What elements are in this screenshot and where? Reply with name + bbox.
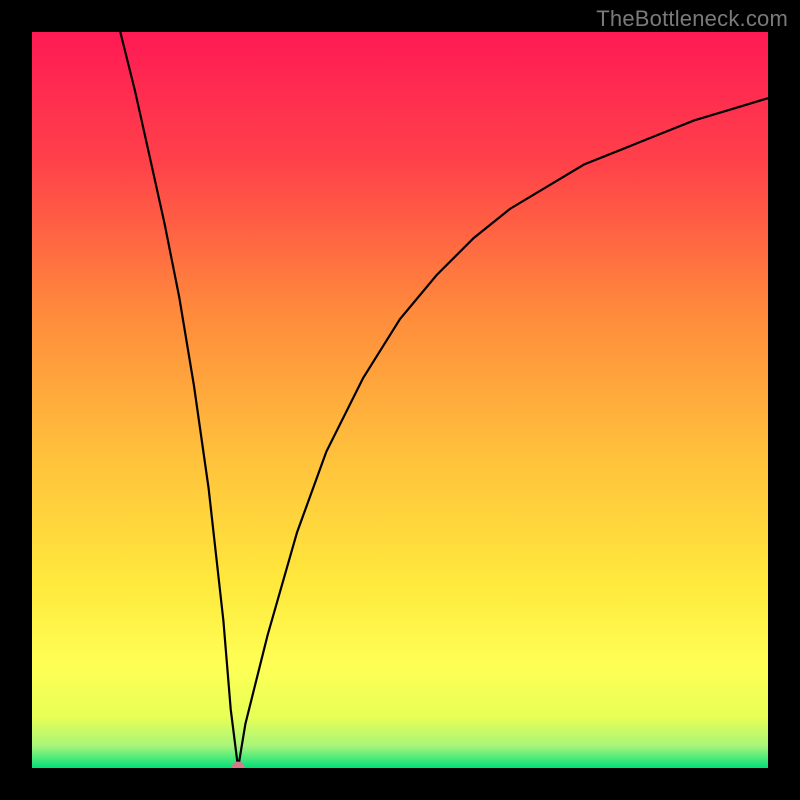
watermark-text: TheBottleneck.com bbox=[596, 6, 788, 32]
chart-frame: TheBottleneck.com bbox=[0, 0, 800, 800]
plot-area bbox=[32, 32, 768, 768]
gradient-background bbox=[32, 32, 768, 768]
